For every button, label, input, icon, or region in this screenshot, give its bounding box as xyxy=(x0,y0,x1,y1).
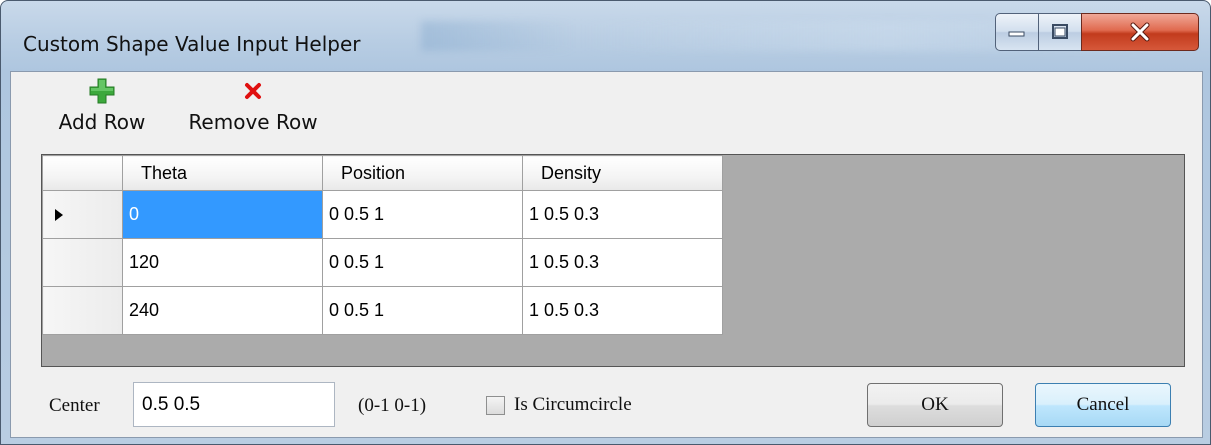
data-grid-table: Theta Position Density 0 0 0.5 1 1 0.5 0… xyxy=(42,155,723,335)
bottom-panel: Center (0-1 0-1) Is Circumcircle OK Canc… xyxy=(11,372,1202,438)
window-title: Custom Shape Value Input Helper xyxy=(23,32,361,56)
dialog-client-area: Add Row Remove Row Theta Position Densit… xyxy=(10,71,1203,438)
table-row: 240 0 0.5 1 1 0.5 0.3 xyxy=(42,286,723,335)
add-row-button[interactable]: Add Row xyxy=(49,78,155,144)
close-icon xyxy=(1130,22,1150,42)
dialog-window: Custom Shape Value Input Helper Add Row … xyxy=(0,0,1211,445)
minimize-icon xyxy=(1008,31,1025,37)
ok-button[interactable]: OK xyxy=(867,383,1003,427)
grid-corner-cell[interactable] xyxy=(42,155,123,191)
cell-density[interactable]: 1 0.5 0.3 xyxy=(522,286,723,335)
column-header-density[interactable]: Density xyxy=(522,155,723,191)
cell-theta[interactable]: 0 xyxy=(122,190,323,239)
cell-density[interactable]: 1 0.5 0.3 xyxy=(522,238,723,287)
plus-icon xyxy=(89,78,115,104)
maximize-button[interactable] xyxy=(1038,13,1082,51)
cell-position[interactable]: 0 0.5 1 xyxy=(322,190,523,239)
range-hint: (0-1 0-1) xyxy=(358,395,427,416)
cell-theta[interactable]: 240 xyxy=(122,286,323,335)
column-header-position[interactable]: Position xyxy=(322,155,523,191)
data-grid[interactable]: Theta Position Density 0 0 0.5 1 1 0.5 0… xyxy=(41,154,1185,367)
grid-header-row: Theta Position Density xyxy=(42,155,723,191)
circumcircle-checkbox[interactable] xyxy=(486,396,505,415)
column-header-theta[interactable]: Theta xyxy=(122,155,323,191)
cell-density[interactable]: 1 0.5 0.3 xyxy=(522,190,723,239)
circumcircle-label[interactable]: Is Circumcircle xyxy=(514,394,632,416)
center-input[interactable] xyxy=(133,382,335,427)
cell-theta[interactable]: 120 xyxy=(122,238,323,287)
add-row-label: Add Row xyxy=(58,110,146,134)
remove-row-label: Remove Row xyxy=(188,110,318,134)
row-header[interactable] xyxy=(42,238,123,287)
toolbar: Add Row Remove Row xyxy=(11,72,1202,148)
minimize-button[interactable] xyxy=(995,13,1039,51)
cancel-button[interactable]: Cancel xyxy=(1035,383,1171,427)
row-header[interactable] xyxy=(42,190,123,239)
current-row-arrow-icon xyxy=(55,209,63,222)
row-header[interactable] xyxy=(42,286,123,335)
remove-row-button[interactable]: Remove Row xyxy=(175,78,331,144)
table-row: 120 0 0.5 1 1 0.5 0.3 xyxy=(42,238,723,287)
table-row: 0 0 0.5 1 1 0.5 0.3 xyxy=(42,190,723,239)
cell-position[interactable]: 0 0.5 1 xyxy=(322,238,523,287)
x-icon xyxy=(245,83,261,99)
cell-position[interactable]: 0 0.5 1 xyxy=(322,286,523,335)
center-label: Center xyxy=(49,395,100,416)
close-button[interactable] xyxy=(1081,13,1199,51)
title-bar[interactable]: Custom Shape Value Input Helper xyxy=(1,1,1210,71)
maximize-icon xyxy=(1052,24,1068,39)
